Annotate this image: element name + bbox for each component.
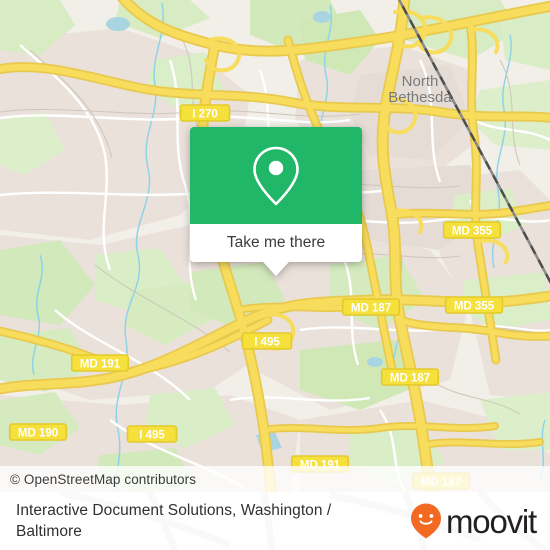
- road-shield: I 495: [126, 425, 178, 443]
- place-label-line1: North: [402, 73, 439, 90]
- road-shield-label: MD 190: [18, 428, 58, 440]
- road-shield-label: MD 355: [452, 226, 493, 238]
- map-pin-icon: [253, 146, 299, 205]
- moovit-pin-smiley-icon: [411, 503, 441, 539]
- location-title: Interactive Document Solutions, Washingt…: [16, 502, 332, 540]
- road-shield: I 495: [241, 332, 293, 350]
- footer-bar: Interactive Document Solutions, Washingt…: [0, 492, 550, 550]
- map-screenshot-page: North Bethesda I 270 MD 355 MD 187 MD 355 I …: [0, 0, 550, 550]
- road-shield: MD 355: [442, 221, 502, 239]
- place-label-line2: Bethesda: [388, 89, 452, 106]
- road-shield-label: MD 355: [454, 301, 495, 313]
- road-shield-label: MD 187: [351, 303, 391, 315]
- popup-cta-button[interactable]: Take me there: [190, 224, 362, 262]
- road-shield: MD 355: [444, 296, 504, 314]
- road-shield-label: I 495: [139, 430, 165, 442]
- road-shield-label: MD 191: [80, 359, 121, 371]
- footer-content: Interactive Document Solutions, Washingt…: [0, 492, 550, 550]
- road-shield-label: I 270: [192, 109, 218, 121]
- road-shield: MD 190: [8, 423, 68, 441]
- road-shield: MD 191: [70, 354, 130, 372]
- popup-callout-tail: [263, 262, 289, 276]
- map-canvas[interactable]: North Bethesda I 270 MD 355 MD 187 MD 355 I …: [0, 0, 550, 492]
- popup-icon-panel: [190, 127, 362, 224]
- map-popup-card[interactable]: Take me there: [190, 127, 362, 276]
- moovit-wordmark: moovit: [446, 502, 537, 540]
- popup-cta-label: Take me there: [226, 234, 326, 251]
- road-shield-label: I 495: [254, 337, 280, 349]
- road-shield-label: MD 187: [390, 373, 430, 385]
- moovit-logo[interactable]: moovit: [409, 502, 537, 540]
- osm-attribution-bar[interactable]: © OpenStreetMap contributors: [0, 466, 550, 492]
- road-shield: I 270: [179, 104, 231, 122]
- road-shield: MD 187: [341, 298, 401, 316]
- osm-attribution-text: © OpenStreetMap contributors: [10, 471, 197, 487]
- road-shield: MD 187: [380, 368, 440, 386]
